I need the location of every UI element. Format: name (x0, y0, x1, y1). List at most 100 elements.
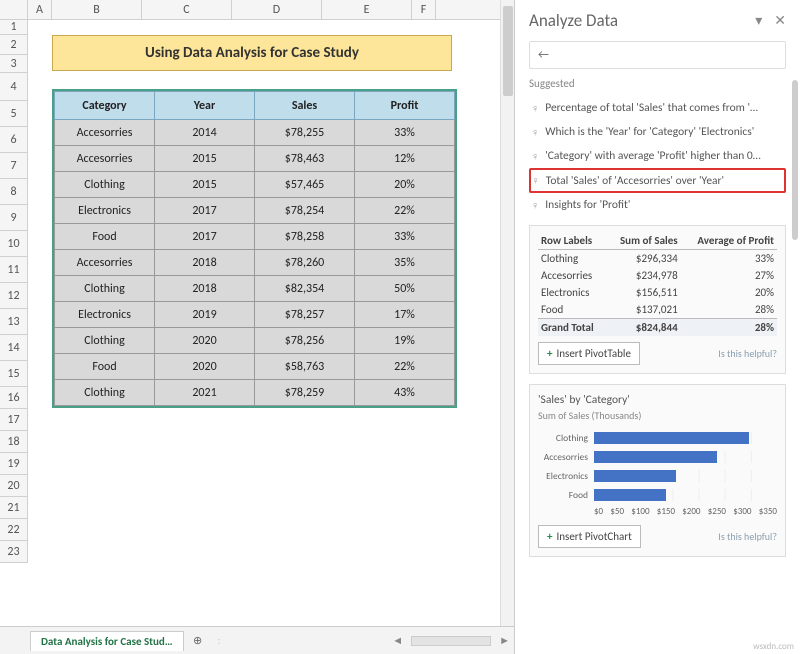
table-cell[interactable]: 33% (355, 224, 455, 250)
table-cell[interactable]: $58,763 (255, 354, 355, 380)
pane-close-icon[interactable]: ✕ (774, 12, 786, 29)
row-header-15[interactable]: 15 (0, 361, 28, 387)
pane-vscrollbar[interactable] (792, 40, 798, 634)
row-header-18[interactable]: 18 (0, 431, 28, 453)
table-cell[interactable]: Clothing (55, 276, 155, 302)
row-header-9[interactable]: 9 (0, 205, 28, 231)
table-cell[interactable]: 2014 (155, 120, 255, 146)
table-cell[interactable]: 2020 (155, 328, 255, 354)
table-cell[interactable]: 12% (355, 146, 455, 172)
table-header[interactable]: Sales (255, 92, 355, 120)
row-header-11[interactable]: 11 (0, 257, 28, 283)
row-header-14[interactable]: 14 (0, 335, 28, 361)
table-cell[interactable]: $78,254 (255, 198, 355, 224)
table-cell[interactable]: Clothing (55, 172, 155, 198)
table-cell[interactable]: Electronics (55, 302, 155, 328)
table-header[interactable]: Category (55, 92, 155, 120)
table-cell[interactable]: Food (55, 354, 155, 380)
table-cell[interactable]: 2020 (155, 354, 255, 380)
sheet-tab-active[interactable]: Data Analysis for Case Stud… (30, 631, 184, 651)
table-cell[interactable]: 22% (355, 198, 455, 224)
table-header[interactable]: Year (155, 92, 255, 120)
table-cell[interactable]: 22% (355, 354, 455, 380)
table-cell[interactable]: $82,354 (255, 276, 355, 302)
sheet-vscroll-thumb[interactable] (503, 6, 513, 96)
col-header-F[interactable]: F (412, 0, 436, 20)
hscroll-right-icon[interactable]: ► (495, 634, 514, 647)
table-cell[interactable]: Accesorries (55, 120, 155, 146)
row-header-5[interactable]: 5 (0, 101, 28, 127)
table-cell[interactable]: 2018 (155, 250, 255, 276)
table-cell[interactable]: 35% (355, 250, 455, 276)
row-header-4[interactable]: 4 (0, 73, 28, 101)
table-cell[interactable]: $78,256 (255, 328, 355, 354)
table-cell[interactable]: $78,259 (255, 380, 355, 406)
sheet-hscrollbar[interactable] (411, 636, 491, 646)
table-cell[interactable]: 20% (355, 172, 455, 198)
col-header-E[interactable]: E (322, 0, 412, 20)
sheet-title-cell[interactable]: Using Data Analysis for Case Study (52, 35, 452, 71)
row-header-1[interactable]: 1 (0, 20, 28, 35)
table-cell[interactable]: 2017 (155, 198, 255, 224)
helpful-link[interactable]: Is this helpful? (718, 530, 777, 543)
table-cell[interactable]: $78,255 (255, 120, 355, 146)
pane-dropdown-icon[interactable]: ▾ (755, 12, 762, 29)
table-cell[interactable]: 43% (355, 380, 455, 406)
suggestion-item[interactable]: ♀Which is the 'Year' for 'Category' 'Ele… (529, 120, 786, 144)
row-header-16[interactable]: 16 (0, 387, 28, 409)
helpful-link[interactable]: Is this helpful? (718, 347, 777, 360)
table-cell[interactable]: 19% (355, 328, 455, 354)
table-cell[interactable]: Accesorries (55, 146, 155, 172)
table-cell[interactable]: $78,258 (255, 224, 355, 250)
row-header-10[interactable]: 10 (0, 231, 28, 257)
table-cell[interactable]: 2015 (155, 146, 255, 172)
table-header[interactable]: Profit (355, 92, 455, 120)
row-header-7[interactable]: 7 (0, 153, 28, 179)
row-header-3[interactable]: 3 (0, 55, 28, 73)
back-button[interactable]: ← (529, 41, 786, 69)
row-header-17[interactable]: 17 (0, 409, 28, 431)
table-cell[interactable]: 2021 (155, 380, 255, 406)
row-header-23[interactable]: 23 (0, 541, 28, 563)
hscroll-left-icon[interactable]: ◄ (388, 634, 407, 647)
table-cell[interactable]: Food (55, 224, 155, 250)
table-cell[interactable]: $57,465 (255, 172, 355, 198)
data-table[interactable]: CategoryYearSalesProfit Accesorries2014$… (52, 89, 457, 408)
suggestion-item[interactable]: ♀Percentage of total 'Sales' that comes … (529, 96, 786, 120)
row-header-8[interactable]: 8 (0, 179, 28, 205)
col-header-B[interactable]: B (52, 0, 142, 20)
table-cell[interactable]: 2017 (155, 224, 255, 250)
col-header-A[interactable]: A (28, 0, 52, 20)
table-cell[interactable]: 2015 (155, 172, 255, 198)
table-cell[interactable]: 2019 (155, 302, 255, 328)
table-cell[interactable]: Clothing (55, 380, 155, 406)
pane-vscroll-thumb[interactable] (792, 80, 798, 240)
row-header-13[interactable]: 13 (0, 309, 28, 335)
table-cell[interactable]: $78,463 (255, 146, 355, 172)
row-header-22[interactable]: 22 (0, 519, 28, 541)
suggestion-item[interactable]: ♀'Category' with average 'Profit' higher… (529, 144, 786, 168)
table-cell[interactable]: 50% (355, 276, 455, 302)
table-cell[interactable]: Electronics (55, 198, 155, 224)
new-sheet-button[interactable]: ⊕ (188, 631, 208, 651)
insert-pivottable-button[interactable]: + Insert PivotTable (538, 342, 640, 365)
row-header-2[interactable]: 2 (0, 35, 28, 55)
select-all-corner[interactable] (0, 0, 28, 20)
suggestion-item[interactable]: ♀Total 'Sales' of 'Accesorries' over 'Ye… (529, 168, 786, 193)
insert-pivotchart-button[interactable]: + Insert PivotChart (538, 525, 641, 548)
col-header-C[interactable]: C (142, 0, 232, 20)
row-header-19[interactable]: 19 (0, 453, 28, 475)
row-header-6[interactable]: 6 (0, 127, 28, 153)
sheet-vscrollbar[interactable] (500, 0, 514, 626)
table-cell[interactable]: Clothing (55, 328, 155, 354)
row-header-12[interactable]: 12 (0, 283, 28, 309)
suggestion-item[interactable]: ♀Insights for 'Profit' (529, 193, 786, 217)
table-cell[interactable]: 2018 (155, 276, 255, 302)
table-cell[interactable]: $78,260 (255, 250, 355, 276)
table-cell[interactable]: 33% (355, 120, 455, 146)
table-cell[interactable]: $78,257 (255, 302, 355, 328)
table-cell[interactable]: 17% (355, 302, 455, 328)
row-header-21[interactable]: 21 (0, 497, 28, 519)
col-header-D[interactable]: D (232, 0, 322, 20)
table-cell[interactable]: Accesorries (55, 250, 155, 276)
